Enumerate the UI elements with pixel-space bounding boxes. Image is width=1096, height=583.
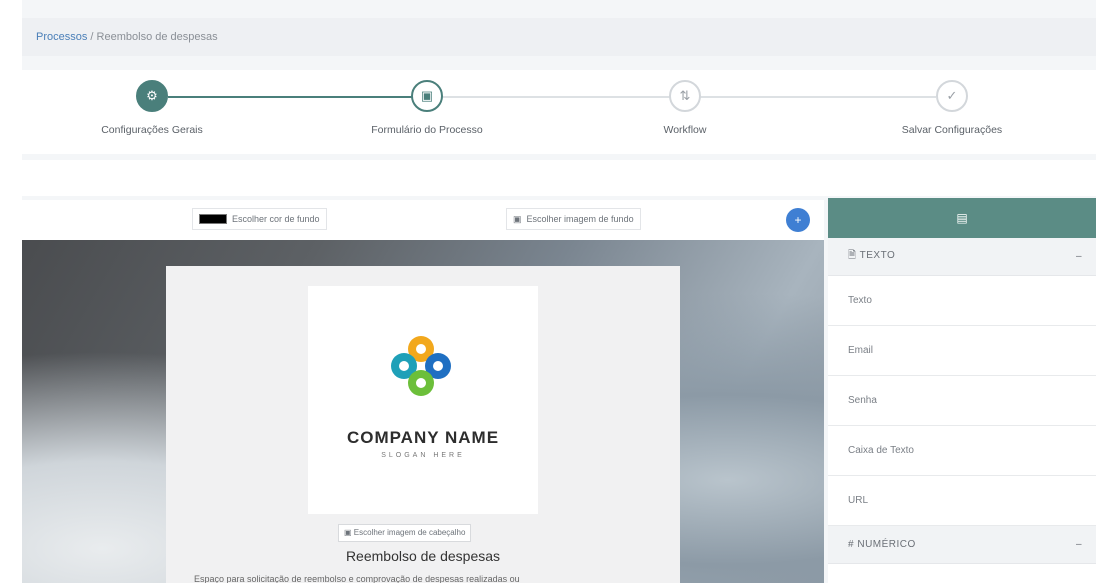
list-icon: ▤ <box>956 211 968 225</box>
panel-header: ▤ <box>828 198 1096 238</box>
step-label: Workflow <box>663 124 707 136</box>
form-title[interactable]: Reembolso de despesas <box>166 548 680 564</box>
canvas-toolbar: Escolher cor de fundo ▣ Escolher imagem … <box>22 200 824 240</box>
step-salvar-configuracoes[interactable]: ✓ Salvar Configurações <box>862 80 1042 136</box>
section-numerico[interactable]: # NUMÉRICO – <box>828 526 1096 564</box>
breadcrumb-separator: / <box>90 31 94 43</box>
button-label: Escolher cor de fundo <box>232 214 320 224</box>
section-texto[interactable]: 🗎 TEXTO – <box>828 238 1096 276</box>
add-button[interactable]: + <box>786 208 810 232</box>
slogan: SLOGAN HERE <box>381 452 465 459</box>
form-icon: ▣ <box>411 80 443 112</box>
form-description[interactable]: Espaço para solicitação de reembolso e c… <box>194 574 520 583</box>
step-formulario-do-processo[interactable]: ▣ Formulário do Processo <box>337 80 517 136</box>
breadcrumb: Processos / Reembolso de despesas <box>22 18 1096 56</box>
workflow-icon: ⇅ <box>669 80 701 112</box>
step-configuracoes-gerais[interactable]: ⚙ Configurações Gerais <box>62 80 242 136</box>
company-name: COMPANY NAME <box>346 428 500 447</box>
image-icon: ▣ <box>344 528 352 537</box>
section-label: TEXTO <box>859 250 896 261</box>
image-icon: ▣ <box>513 214 522 224</box>
button-label: Escolher imagem de cabeçalho <box>353 528 466 537</box>
step-workflow[interactable]: ⇅ Workflow <box>595 80 775 136</box>
choose-background-image-button[interactable]: ▣ Escolher imagem de fundo <box>506 208 641 230</box>
process-stepper: ⚙ Configurações Gerais ▣ Formulário do P… <box>22 70 1096 154</box>
form-card: COMPANY NAME SLOGAN HERE ▣ Escolher imag… <box>166 266 680 583</box>
choose-background-color-button[interactable]: Escolher cor de fundo <box>192 208 327 230</box>
choose-header-image-button[interactable]: ▣ Escolher imagem de cabeçalho <box>338 524 472 542</box>
field-item-email[interactable]: Email <box>828 326 1096 376</box>
field-item-url[interactable]: URL <box>828 476 1096 526</box>
document-icon: 🗎 <box>848 250 857 261</box>
collapse-icon[interactable]: – <box>1076 539 1082 550</box>
color-swatch <box>199 214 227 224</box>
header-image[interactable]: COMPANY NAME SLOGAN HERE <box>308 286 538 514</box>
check-icon: ✓ <box>936 80 968 112</box>
step-label: Configurações Gerais <box>101 124 203 136</box>
gear-icon: ⚙ <box>136 80 168 112</box>
form-canvas: COMPANY NAME SLOGAN HERE ▣ Escolher imag… <box>22 240 824 583</box>
app-frame: Processos / Reembolso de despesas ⚙ Conf… <box>22 0 1096 583</box>
breadcrumb-link-processos[interactable]: Processos <box>36 31 87 43</box>
field-palette-panel: ▤ 🗎 TEXTO – Texto Email Senha Caixa de T… <box>828 198 1096 583</box>
collapse-icon[interactable]: – <box>1076 251 1082 262</box>
field-item-caixa-de-texto[interactable]: Caixa de Texto <box>828 426 1096 476</box>
field-item-senha[interactable]: Senha <box>828 376 1096 426</box>
step-label: Formulário do Processo <box>371 124 483 136</box>
step-label: Salvar Configurações <box>901 124 1003 136</box>
section-label: NUMÉRICO <box>857 539 916 550</box>
company-logo-icon <box>391 336 451 396</box>
button-label: Escolher imagem de fundo <box>526 214 634 224</box>
field-item-texto[interactable]: Texto <box>828 276 1096 326</box>
spacer-bar <box>22 160 1096 196</box>
breadcrumb-current: Reembolso de despesas <box>96 31 218 43</box>
number-icon: # <box>848 539 855 550</box>
